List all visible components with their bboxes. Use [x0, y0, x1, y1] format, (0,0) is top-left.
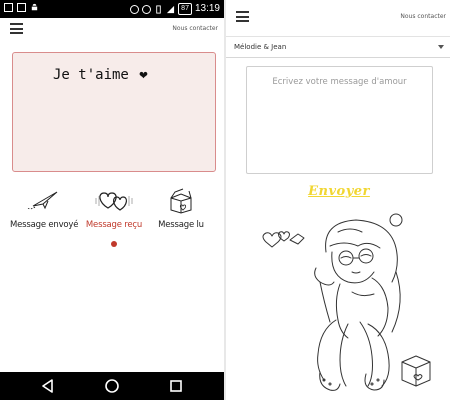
signal-icon: [167, 5, 175, 13]
left-screen: 87 13:19 Nous contacter Je t'aime ❤ Mess…: [0, 0, 224, 400]
photo-icon: [4, 3, 13, 12]
home-icon[interactable]: [104, 378, 120, 394]
tab-message-sent[interactable]: Message envoyé: [10, 188, 79, 230]
status-bar: 87 13:19: [0, 0, 224, 18]
recents-icon[interactable]: [168, 378, 184, 394]
love-message-input[interactable]: Ecrivez votre message d'amour: [246, 66, 433, 174]
recipient-select[interactable]: Mélodie & Jean: [226, 36, 450, 58]
send-button[interactable]: Envoyer: [304, 184, 374, 204]
sad-girl-illustration: [262, 213, 431, 391]
vibrate-icon: [156, 4, 161, 14]
dropdown-arrow-icon: [438, 45, 444, 49]
received-message-card: Je t'aime ❤: [12, 52, 216, 172]
tab-message-received[interactable]: Message reçu: [81, 188, 147, 230]
no-disturb-icon: [130, 4, 140, 14]
clock: 13:19: [194, 3, 220, 14]
tab-message-read-label: Message lu: [158, 220, 204, 230]
two-hearts-icon: [95, 192, 133, 211]
alarm-icon: [142, 4, 152, 14]
right-screen: Nous contacter Mélodie & Jean Ecrivez vo…: [226, 0, 450, 400]
app-bar: Nous contacter: [226, 0, 450, 32]
image-icon: [17, 3, 26, 12]
open-box-icon: [170, 188, 192, 214]
tab-message-sent-label: Message envoyé: [10, 220, 79, 230]
message-input-placeholder: Ecrivez votre message d'amour: [272, 77, 407, 87]
active-tab-indicator: [111, 241, 117, 247]
android-icon: [31, 3, 38, 11]
message-text: Je t'aime: [53, 67, 129, 83]
tab-message-received-label: Message reçu: [85, 220, 143, 230]
tab-message-read[interactable]: Message lu: [148, 188, 214, 230]
contact-link[interactable]: Nous contacter: [172, 25, 218, 32]
recipient-select-value: Mélodie & Jean: [234, 43, 287, 51]
message-tabs: Message envoyé Message reçu Message lu: [0, 188, 224, 258]
heart-icon: ❤: [139, 67, 148, 83]
hamburger-menu-icon[interactable]: [10, 23, 23, 34]
hamburger-menu-icon[interactable]: [236, 11, 249, 22]
battery-level: 87: [181, 5, 189, 12]
battery-icon: 87: [178, 3, 192, 15]
contact-link[interactable]: Nous contacter: [400, 13, 446, 20]
back-icon[interactable]: [40, 378, 56, 394]
android-nav-bar: [0, 372, 224, 400]
app-bar: Nous contacter: [0, 18, 224, 40]
paper-plane-icon: [26, 191, 58, 210]
